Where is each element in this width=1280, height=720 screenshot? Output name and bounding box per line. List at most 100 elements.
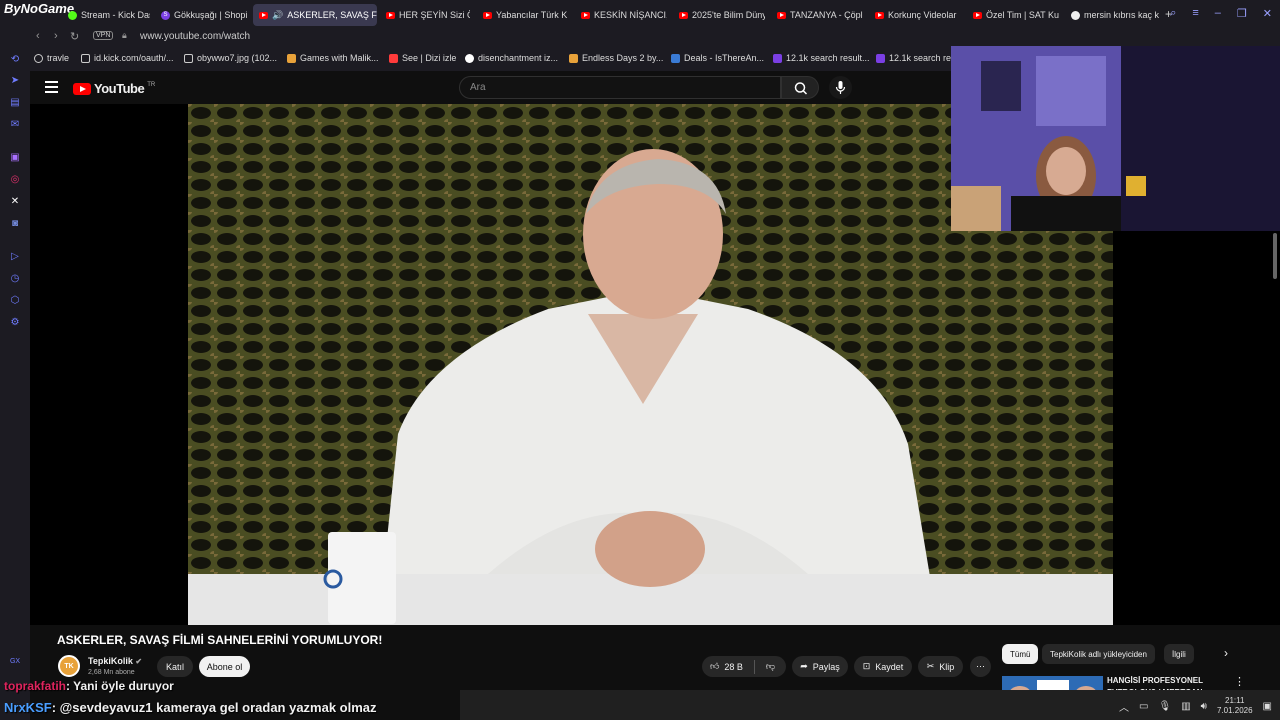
display-icon[interactable]: ▭	[1139, 701, 1148, 712]
search-icon[interactable]: ⌕	[1170, 7, 1176, 20]
channel-avatar[interactable]: TK	[58, 655, 80, 677]
voice-search-button[interactable]	[829, 76, 852, 99]
tab-kick[interactable]: Stream - Kick Dash	[62, 4, 150, 26]
bookmark[interactable]: Games with Malik...	[287, 53, 379, 63]
tab-video[interactable]: 2025'te Bilim Düny	[673, 4, 765, 26]
google-icon	[465, 53, 474, 63]
search-icon	[794, 82, 808, 95]
more-icon[interactable]: ⋮	[1234, 675, 1245, 688]
youtube-icon	[483, 11, 492, 19]
bookmark[interactable]: Deals - IsThereAn...	[671, 53, 764, 63]
tab-video[interactable]: KESKİN NİŞANCI,	[575, 4, 667, 26]
tab-google[interactable]: mersin kıbrıs kaç k	[1065, 4, 1160, 26]
tab-video[interactable]: HER ŞEYİN Sizi Ö	[380, 4, 470, 26]
like-dislike-group: 👍︎ 28 B 👎︎	[702, 656, 786, 677]
chevron-up-icon[interactable]: ︿	[1119, 699, 1129, 714]
volume-icon[interactable]: 🔊︎	[1201, 701, 1207, 712]
settings-icon[interactable]: ⚙	[9, 317, 21, 329]
chip-next-icon[interactable]: ›	[1224, 646, 1228, 660]
speaker-icon: 🔊	[272, 9, 284, 20]
vpn-badge[interactable]: VPN	[93, 31, 114, 40]
gx-icon[interactable]: GX	[9, 656, 21, 668]
youtube-logo[interactable]: YouTube TR	[73, 81, 155, 96]
youtube-icon	[875, 11, 884, 19]
chip-all[interactable]: Tümü	[1002, 644, 1039, 664]
webcam-scene	[951, 46, 1280, 231]
scrollbar[interactable]	[1273, 233, 1277, 279]
minimize-icon[interactable]: –	[1215, 7, 1221, 20]
send-icon[interactable]: ➤	[9, 75, 21, 87]
folder-icon	[569, 53, 578, 63]
search-result-icon	[876, 53, 885, 63]
bookmark[interactable]: 12.1k search res	[876, 53, 956, 63]
history-icon[interactable]: ⟲	[9, 54, 21, 66]
twitch-icon[interactable]: ▣	[9, 152, 21, 164]
chat-message: toprakfatih: Yani öyle duruyor	[4, 679, 174, 693]
lock-icon[interactable]: 🔒︎	[122, 30, 127, 41]
bookmark[interactable]: Endless Days 2 by...	[569, 53, 663, 63]
bookmark[interactable]: id.kick.com/oauth/...	[81, 53, 174, 63]
video-title: ASKERLER, SAVAŞ FİLMİ SAHNELERİNİ YORUML…	[57, 633, 383, 647]
chip-uploader[interactable]: TepkiKolik adlı yükleyiciden	[1042, 644, 1155, 664]
join-button[interactable]: Katıl	[157, 656, 193, 677]
tab-video[interactable]: Korkunç Videolar	[869, 4, 961, 26]
window-controls: ⌕ ≡ – ❐ ✕	[1170, 7, 1272, 20]
more-actions-button[interactable]: ⋯	[970, 656, 991, 677]
forward-icon[interactable]: ›	[54, 30, 58, 42]
cube-icon[interactable]: ⬡	[9, 295, 21, 307]
globe-icon	[34, 53, 43, 63]
channel-name[interactable]: TepkiKolik ✔	[88, 656, 142, 666]
youtube-icon	[259, 11, 268, 19]
player-icon[interactable]: ▷	[9, 251, 21, 263]
clock-icon[interactable]: ◷	[9, 273, 21, 285]
browser-sidebar: ⟲ ➤ ▤ ✉ ▣ ◎ ✕ ◙ ▷ ◷ ⬡ ⚙ GX	[0, 29, 30, 720]
tab-active-video[interactable]: 🔊 ASKERLER, SAVAŞ Fİ	[253, 4, 377, 26]
more-icon: ⋯	[976, 661, 985, 671]
scissors-icon: ✂	[926, 661, 935, 671]
page-icon	[81, 53, 90, 63]
chat-icon[interactable]: ▤	[9, 97, 21, 109]
youtube-icon	[679, 11, 688, 19]
like-button[interactable]: 👍︎ 28 B	[710, 661, 743, 672]
hamburger-menu-icon[interactable]	[45, 81, 58, 93]
url-field[interactable]: www.youtube.com/watch	[140, 31, 250, 42]
reload-icon[interactable]: ↻	[70, 30, 79, 43]
bookmark[interactable]: travle	[34, 53, 69, 63]
bookmark[interactable]: 12.1k search result...	[773, 53, 870, 63]
microphone-icon[interactable]: 🎙︎	[1158, 701, 1171, 712]
discord-icon[interactable]: ◙	[9, 218, 21, 230]
subscribe-button[interactable]: Abone ol	[199, 656, 250, 677]
back-icon[interactable]: ‹	[36, 30, 40, 42]
close-icon[interactable]: ✕	[1263, 7, 1272, 20]
save-button[interactable]: ⊡ Kaydet	[854, 656, 912, 677]
clip-button[interactable]: ✂ Klip	[918, 656, 963, 677]
tab-video[interactable]: Yabancılar Türk K	[477, 4, 569, 26]
tab-video[interactable]: Özel Tim | SAT Ku	[967, 4, 1059, 26]
tab-video[interactable]: TANZANYA - Çöpl	[771, 4, 863, 26]
messenger-icon[interactable]: ✉	[9, 119, 21, 131]
bookmark-icon: ⊡	[862, 661, 871, 671]
youtube-play-icon	[73, 82, 91, 95]
network-icon[interactable]: ▥	[1181, 701, 1190, 712]
bookmark[interactable]: obywwo7.jpg (102...	[184, 53, 277, 63]
dislike-button[interactable]: 👎︎	[766, 661, 775, 672]
deals-icon	[671, 53, 680, 63]
notification-icon[interactable]: ▣	[1263, 701, 1272, 712]
menu-icon[interactable]: ≡	[1192, 7, 1198, 20]
taskbar: ︿ ▭ 🎙︎ ▥ 🔊︎ 21:11 7.01.2026 ▣	[460, 690, 1280, 720]
bookmark[interactable]: disenchantment iz...	[465, 53, 558, 63]
share-button[interactable]: ➦ Paylaş	[792, 656, 848, 677]
bookmark[interactable]: See | Dizi izle	[389, 53, 456, 63]
chip-related[interactable]: İlgili	[1164, 644, 1194, 664]
play-icon	[389, 53, 398, 63]
maximize-icon[interactable]: ❐	[1237, 7, 1247, 20]
instagram-icon[interactable]: ◎	[9, 174, 21, 186]
subscriber-count: 2,68 Mn abone	[88, 669, 135, 676]
google-icon	[1071, 10, 1080, 20]
youtube-icon	[777, 11, 786, 19]
search-button[interactable]	[781, 76, 819, 99]
clock[interactable]: 21:11 7.01.2026	[1217, 696, 1253, 716]
x-icon[interactable]: ✕	[9, 196, 21, 208]
tab-shop[interactable]: S Gökkuşağı | Shopi	[155, 4, 247, 26]
search-input[interactable]: Ara	[459, 76, 781, 99]
